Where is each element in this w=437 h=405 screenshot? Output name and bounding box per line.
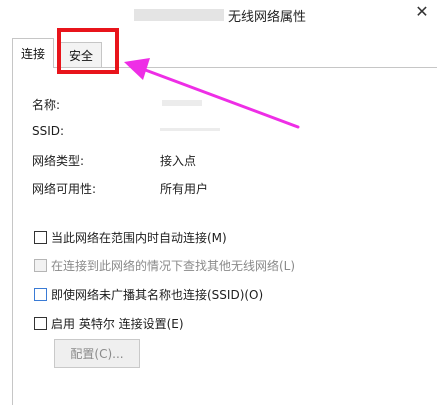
highlight-box — [57, 28, 119, 74]
connect-hidden-label: 即使网络未广播其名称也连接(SSID)(O) — [51, 288, 264, 302]
configure-button-label: 配置(C)... — [70, 347, 124, 361]
auto-connect-checkbox[interactable] — [34, 231, 47, 244]
redacted-name-value — [162, 100, 202, 106]
find-other-networks-checkbox[interactable] — [34, 259, 47, 272]
tab-connection-label: 连接 — [21, 47, 46, 61]
ssid-label: SSID: — [32, 124, 65, 138]
intel-settings-label: 启用 英特尔 连接设置(E) — [51, 317, 184, 331]
window-title: 无线网络属性 — [228, 10, 307, 25]
connect-hidden-checkbox[interactable] — [34, 288, 47, 301]
availability-value: 所有用户 — [160, 182, 209, 196]
network-type-value: 接入点 — [160, 154, 197, 168]
name-label: 名称: — [32, 98, 61, 112]
network-type-label: 网络类型: — [32, 154, 85, 168]
intel-settings-checkbox[interactable] — [34, 317, 47, 330]
close-icon: ✕ — [415, 1, 429, 21]
find-other-networks-label: 在连接到此网络的情况下查找其他无线网络(L) — [51, 259, 296, 273]
tab-connection[interactable]: 连接 — [12, 38, 55, 68]
availability-label: 网络可用性: — [32, 182, 97, 196]
redacted-ssid-value — [160, 128, 220, 131]
close-button[interactable]: ✕ — [407, 0, 437, 22]
title-bar: 无线网络属性 ✕ — [0, 0, 437, 30]
redacted-network-name — [134, 9, 224, 21]
configure-button[interactable]: 配置(C)... — [54, 339, 140, 368]
auto-connect-label: 当此网络在范围内时自动连接(M) — [51, 231, 227, 245]
